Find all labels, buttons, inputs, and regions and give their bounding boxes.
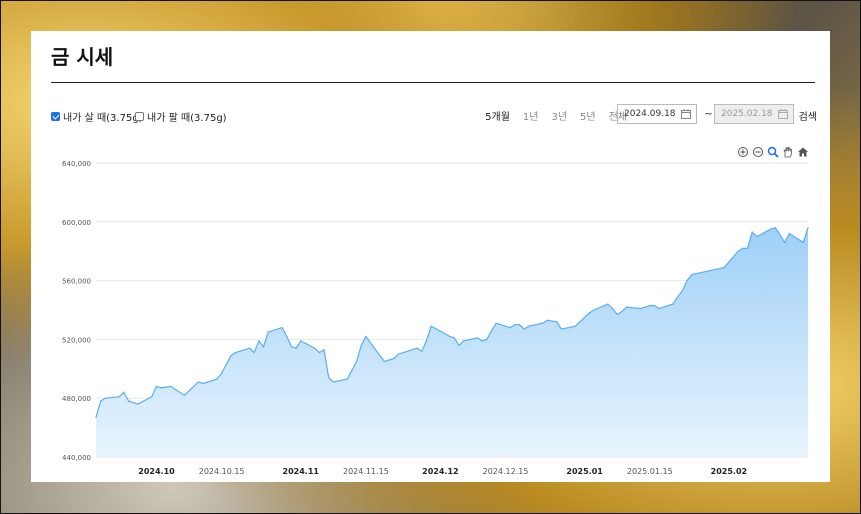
screen-frame — [0, 0, 861, 514]
